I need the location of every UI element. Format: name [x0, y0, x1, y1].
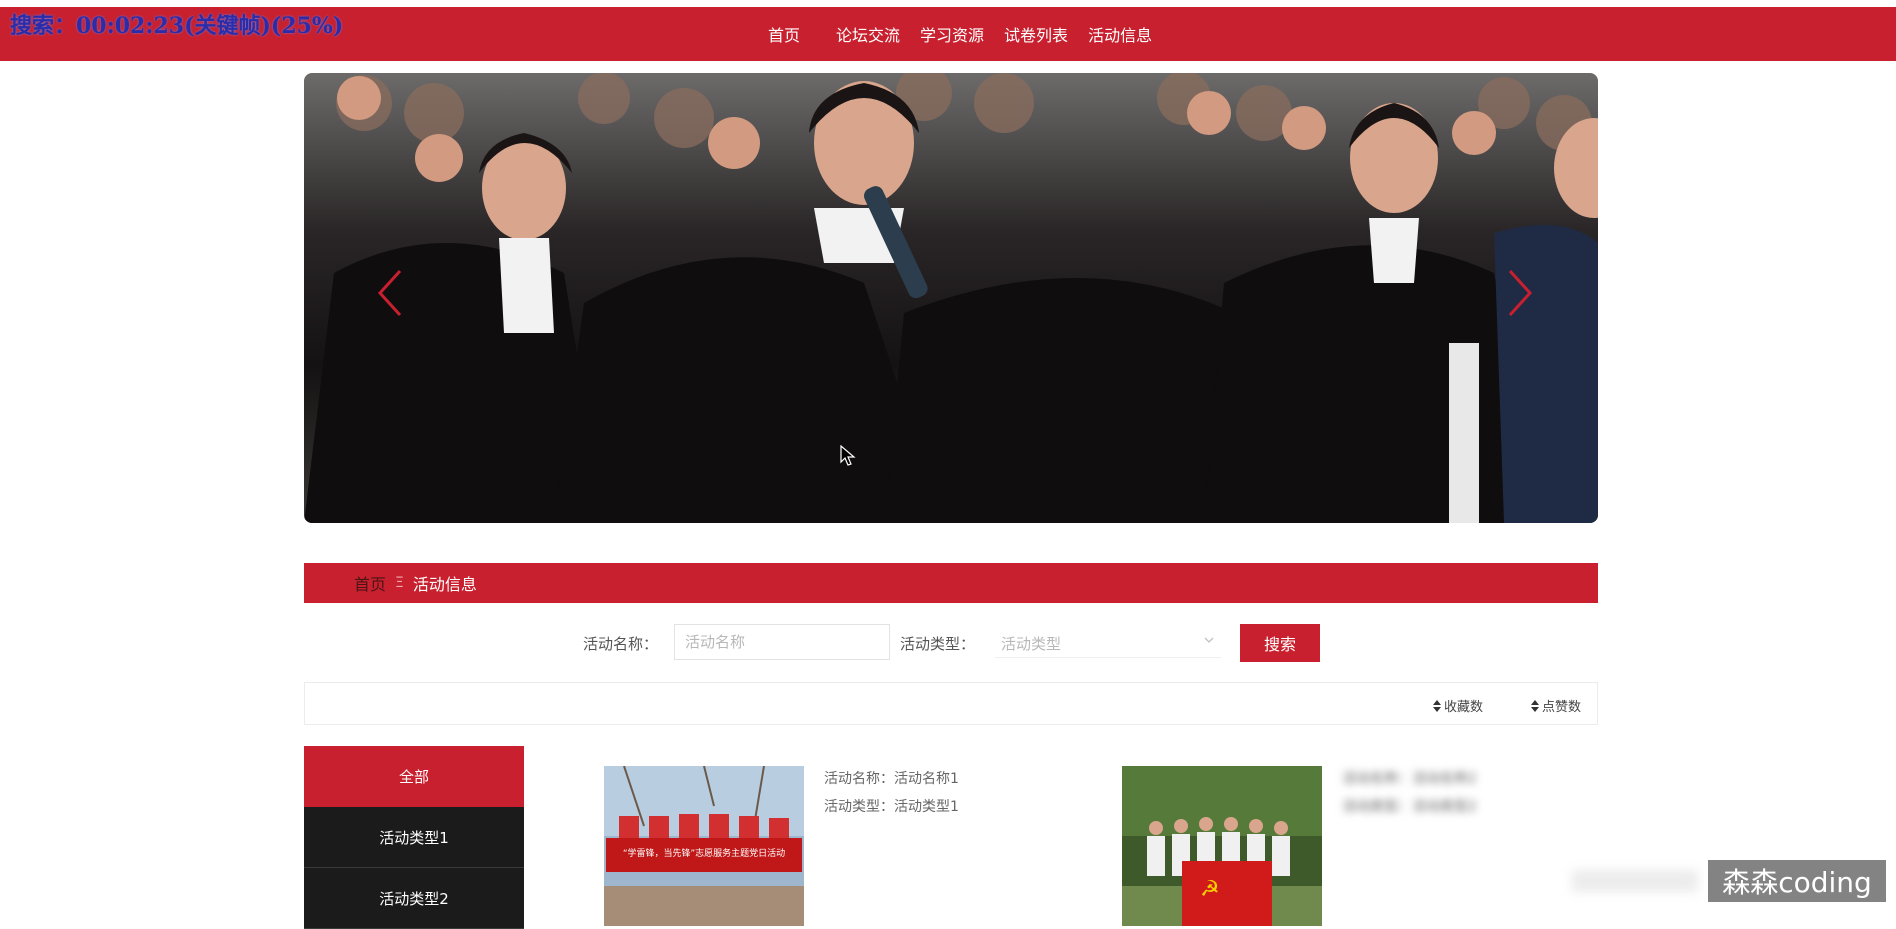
- sort-favorites-label: 收藏数: [1444, 700, 1484, 715]
- carousel-prev-button[interactable]: [370, 253, 410, 333]
- sort-icon: [1433, 699, 1441, 712]
- nav-forum[interactable]: 论坛交流: [826, 22, 910, 46]
- nav-home[interactable]: 首页: [758, 22, 810, 46]
- sort-icon: [1531, 699, 1539, 712]
- category-type-2[interactable]: 活动类型2: [304, 868, 524, 929]
- banner-carousel[interactable]: [304, 73, 1598, 523]
- activity-card-text-2[interactable]: 活动名称：活动名称2 活动类型：活动类型2: [1342, 765, 1477, 821]
- activity-photo-1-slogan: “学雷锋，当先锋”志愿服务主题党日活动: [623, 847, 785, 859]
- breadcrumb: 首页 Ξ 活动信息: [304, 563, 1598, 603]
- chevron-left-icon: [377, 269, 402, 317]
- sort-likes-label: 点赞数: [1542, 700, 1582, 715]
- activity-type-label: 活动类型：: [900, 635, 976, 653]
- activity-type-line: 活动类型：活动类型1: [824, 799, 959, 815]
- watermark: 森森coding: [1708, 860, 1886, 902]
- activity-type-select[interactable]: 活动类型: [995, 628, 1221, 658]
- search-button[interactable]: 搜索: [1240, 624, 1320, 662]
- sort-by-likes[interactable]: 点赞数: [1531, 696, 1581, 715]
- carousel-next-button[interactable]: [1500, 253, 1540, 333]
- activity-photo-1: “学雷锋，当先锋”志愿服务主题党日活动: [604, 766, 804, 926]
- banner-photo: [304, 73, 1598, 523]
- category-type-1[interactable]: 活动类型1: [304, 807, 524, 868]
- blurred-overlay: [1572, 870, 1698, 892]
- activity-card-image-2[interactable]: ☭: [1122, 766, 1322, 926]
- breadcrumb-current: 活动信息: [412, 575, 477, 594]
- activity-type-placeholder: 活动类型: [1001, 635, 1062, 653]
- activity-name-line: 活动名称：活动名称1: [824, 771, 959, 787]
- category-all[interactable]: 全部: [304, 746, 524, 807]
- activity-photo-2: ☭: [1122, 766, 1322, 926]
- breadcrumb-separator: Ξ: [395, 575, 404, 591]
- recording-overlay-text: 搜索：00:02:23(关键帧)(25%): [10, 13, 344, 39]
- nav-resources[interactable]: 学习资源: [910, 22, 994, 46]
- main-nav: 首页 论坛交流 学习资源 试卷列表 活动信息: [758, 7, 1162, 61]
- activity-card-text-1[interactable]: 活动名称：活动名称1 活动类型：活动类型1: [824, 765, 959, 821]
- sort-bar: 收藏数 点赞数: [304, 682, 1598, 725]
- chevron-right-icon: [1508, 269, 1533, 317]
- activity-name-label: 活动名称：: [583, 635, 659, 653]
- activity-type-line: 活动类型：活动类型2: [1342, 799, 1477, 815]
- svg-text:☭: ☭: [1200, 877, 1220, 902]
- category-sidebar: 全部 活动类型1 活动类型2: [304, 746, 524, 929]
- activity-name-line: 活动名称：活动名称2: [1342, 771, 1477, 787]
- mouse-cursor-icon: [840, 445, 856, 466]
- sort-by-favorites[interactable]: 收藏数: [1433, 696, 1483, 715]
- activity-name-input[interactable]: [674, 624, 890, 660]
- chevron-down-icon: [1204, 637, 1214, 643]
- activity-card-image-1[interactable]: “学雷锋，当先锋”志愿服务主题党日活动: [604, 766, 804, 926]
- breadcrumb-home[interactable]: 首页: [354, 571, 386, 595]
- search-row: 活动名称： 活动类型： 活动类型 搜索: [0, 624, 1896, 662]
- nav-exams[interactable]: 试卷列表: [994, 22, 1078, 46]
- nav-activities[interactable]: 活动信息: [1078, 22, 1162, 46]
